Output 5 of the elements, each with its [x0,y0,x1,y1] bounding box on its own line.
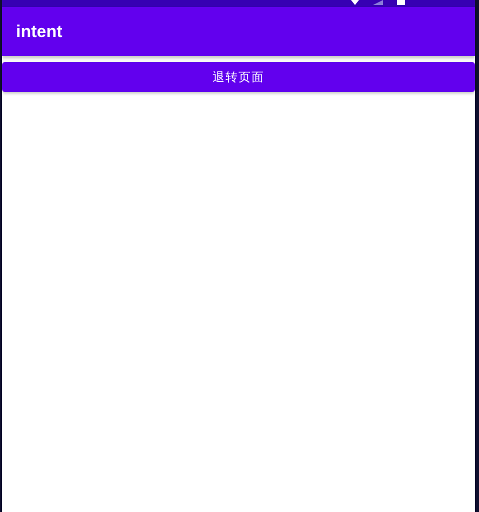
wifi-icon [351,0,359,5]
navigate-button[interactable]: 退转页面 [2,62,475,92]
battery-icon [397,0,405,5]
app-title: intent [16,22,62,42]
signal-icon [373,0,383,5]
